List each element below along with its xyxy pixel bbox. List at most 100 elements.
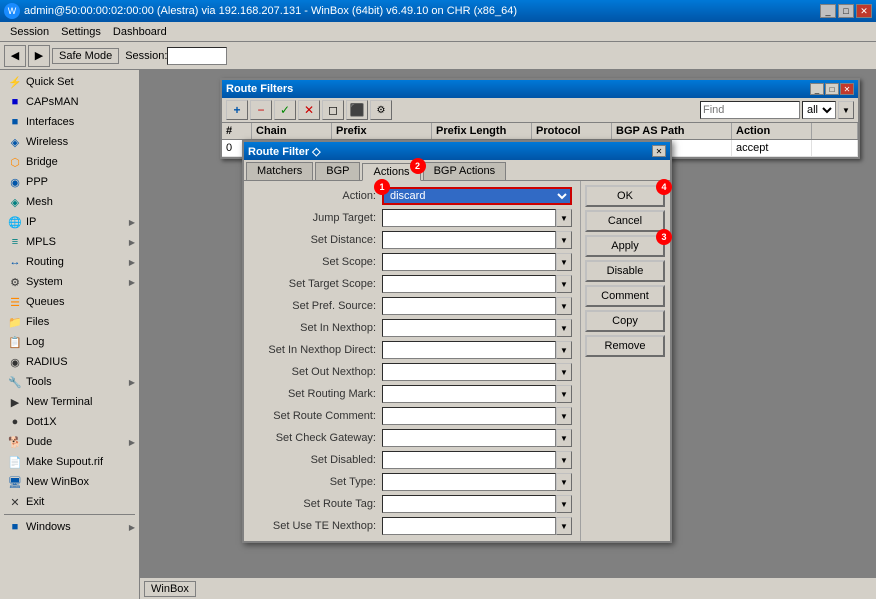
apply-button[interactable]: Apply [585, 235, 665, 257]
tab-matchers[interactable]: Matchers [246, 162, 313, 180]
set-pref-source-input[interactable] [382, 297, 556, 315]
set-in-nexthop-dropdown[interactable]: ▼ [556, 319, 572, 337]
tab-bgp[interactable]: BGP [315, 162, 360, 180]
sidebar-item-files[interactable]: 📁 Files [0, 312, 139, 332]
title-bar-buttons: _ □ ✕ [820, 4, 872, 18]
search-select[interactable]: all [802, 101, 836, 119]
sidebar-item-exit[interactable]: ✕ Exit [0, 492, 139, 512]
set-target-scope-input[interactable] [382, 275, 556, 293]
remove-button[interactable]: Remove [585, 335, 665, 357]
set-check-gateway-dropdown[interactable]: ▼ [556, 429, 572, 447]
set-out-nexthop-dropdown[interactable]: ▼ [556, 363, 572, 381]
set-distance-control: ▼ [382, 231, 572, 249]
disable-toolbar-button[interactable]: ✕ [298, 100, 320, 120]
sidebar-item-make-supout[interactable]: 📄 Make Supout.rif [0, 452, 139, 472]
search-dropdown-button[interactable]: ▼ [838, 101, 854, 119]
sidebar-item-label: Files [26, 316, 49, 328]
sidebar-item-wireless[interactable]: ◈ Wireless [0, 132, 139, 152]
tab-bgp-actions[interactable]: BGP Actions [423, 162, 507, 180]
tab-actions[interactable]: Actions 2 [362, 163, 420, 181]
set-scope-dropdown[interactable]: ▼ [556, 253, 572, 271]
session-input[interactable] [167, 47, 227, 65]
safe-mode-button[interactable]: Safe Mode [52, 48, 119, 64]
add-button[interactable]: + [226, 100, 248, 120]
forward-button[interactable]: ▶ [28, 45, 50, 67]
copy-button[interactable]: Copy [585, 310, 665, 332]
set-disabled-input[interactable] [382, 451, 556, 469]
set-route-comment-row: Set Route Comment: ▼ [248, 405, 576, 427]
set-type-input[interactable] [382, 473, 556, 491]
sidebar-item-bridge[interactable]: ⬡ Bridge [0, 152, 139, 172]
sidebar-item-capsman[interactable]: ■ CAPsMAN [0, 92, 139, 112]
sidebar-item-system[interactable]: ⚙ System [0, 272, 139, 292]
back-button[interactable]: ◀ [4, 45, 26, 67]
dialog-close-button[interactable]: ✕ [652, 145, 666, 157]
sidebar-item-routing[interactable]: ↔ Routing [0, 252, 139, 272]
set-route-comment-dropdown[interactable]: ▼ [556, 407, 572, 425]
sidebar-item-interfaces[interactable]: ■ Interfaces [0, 112, 139, 132]
menu-settings[interactable]: Settings [55, 25, 107, 39]
comment-button[interactable]: Comment [585, 285, 665, 307]
rf-minimize-button[interactable]: _ [810, 83, 824, 95]
sidebar-item-mpls[interactable]: ≡ MPLS [0, 232, 139, 252]
sidebar-item-label: System [26, 276, 63, 288]
sort-filter-button[interactable]: ⚙ [370, 100, 392, 120]
filter-button[interactable]: ⬛ [346, 100, 368, 120]
set-route-tag-row: Set Route Tag: ▼ [248, 493, 576, 515]
sidebar-item-quick-set[interactable]: ⚡ Quick Set [0, 72, 139, 92]
copy-toolbar-button[interactable]: ◻ [322, 100, 344, 120]
set-use-te-nexthop-label: Set Use TE Nexthop: [252, 520, 382, 532]
rf-maximize-button[interactable]: □ [825, 83, 839, 95]
sidebar-item-new-terminal[interactable]: ▶ New Terminal [0, 392, 139, 412]
sidebar-item-dude[interactable]: 🐕 Dude [0, 432, 139, 452]
sidebar-item-ip[interactable]: 🌐 IP [0, 212, 139, 232]
jump-target-dropdown[interactable]: ▼ [556, 209, 572, 227]
sidebar-item-label: Interfaces [26, 116, 74, 128]
set-routing-mark-dropdown[interactable]: ▼ [556, 385, 572, 403]
action-select[interactable]: discard accept reject jump [382, 187, 572, 205]
menu-session[interactable]: Session [4, 25, 55, 39]
rf-close-button[interactable]: ✕ [840, 83, 854, 95]
ok-button[interactable]: OK [585, 185, 665, 207]
sidebar-item-log[interactable]: 📋 Log [0, 332, 139, 352]
search-input[interactable] [700, 101, 800, 119]
remove-toolbar-button[interactable]: − [250, 100, 272, 120]
sidebar-item-windows[interactable]: ■ Windows [0, 517, 139, 537]
enable-button[interactable]: ✓ [274, 100, 296, 120]
set-routing-mark-input[interactable] [382, 385, 556, 403]
set-pref-source-dropdown[interactable]: ▼ [556, 297, 572, 315]
set-disabled-dropdown[interactable]: ▼ [556, 451, 572, 469]
minimize-button[interactable]: _ [820, 4, 836, 18]
set-distance-input[interactable] [382, 231, 556, 249]
menu-dashboard[interactable]: Dashboard [107, 25, 173, 39]
winbox-taskbar-item[interactable]: WinBox [144, 581, 196, 597]
maximize-button[interactable]: □ [838, 4, 854, 18]
jump-target-input[interactable] [382, 209, 556, 227]
disable-button[interactable]: Disable [585, 260, 665, 282]
set-route-tag-dropdown[interactable]: ▼ [556, 495, 572, 513]
set-check-gateway-input[interactable] [382, 429, 556, 447]
set-scope-input[interactable] [382, 253, 556, 271]
set-use-te-nexthop-input[interactable] [382, 517, 556, 535]
sidebar-item-dot1x[interactable]: ● Dot1X [0, 412, 139, 432]
set-in-nexthop-input[interactable] [382, 319, 556, 337]
sidebar-item-mesh[interactable]: ◈ Mesh [0, 192, 139, 212]
set-target-scope-dropdown[interactable]: ▼ [556, 275, 572, 293]
set-in-nexthop-direct-dropdown[interactable]: ▼ [556, 341, 572, 359]
route-filters-window-buttons: _ □ ✕ [810, 83, 854, 95]
set-distance-dropdown[interactable]: ▼ [556, 231, 572, 249]
set-type-dropdown[interactable]: ▼ [556, 473, 572, 491]
set-out-nexthop-input[interactable] [382, 363, 556, 381]
set-route-tag-input[interactable] [382, 495, 556, 513]
sidebar-item-ppp[interactable]: ◉ PPP [0, 172, 139, 192]
sidebar-item-queues[interactable]: ☰ Queues [0, 292, 139, 312]
sidebar-item-tools[interactable]: 🔧 Tools [0, 372, 139, 392]
sidebar-item-new-winbox[interactable]: 🖥 New WinBox [0, 472, 139, 492]
cancel-button[interactable]: Cancel [585, 210, 665, 232]
set-in-nexthop-direct-input[interactable] [382, 341, 556, 359]
set-use-te-nexthop-dropdown[interactable]: ▼ [556, 517, 572, 535]
close-button[interactable]: ✕ [856, 4, 872, 18]
sidebar-item-radius[interactable]: ◉ RADIUS [0, 352, 139, 372]
set-route-comment-input[interactable] [382, 407, 556, 425]
menu-bar: Session Settings Dashboard [0, 22, 876, 42]
